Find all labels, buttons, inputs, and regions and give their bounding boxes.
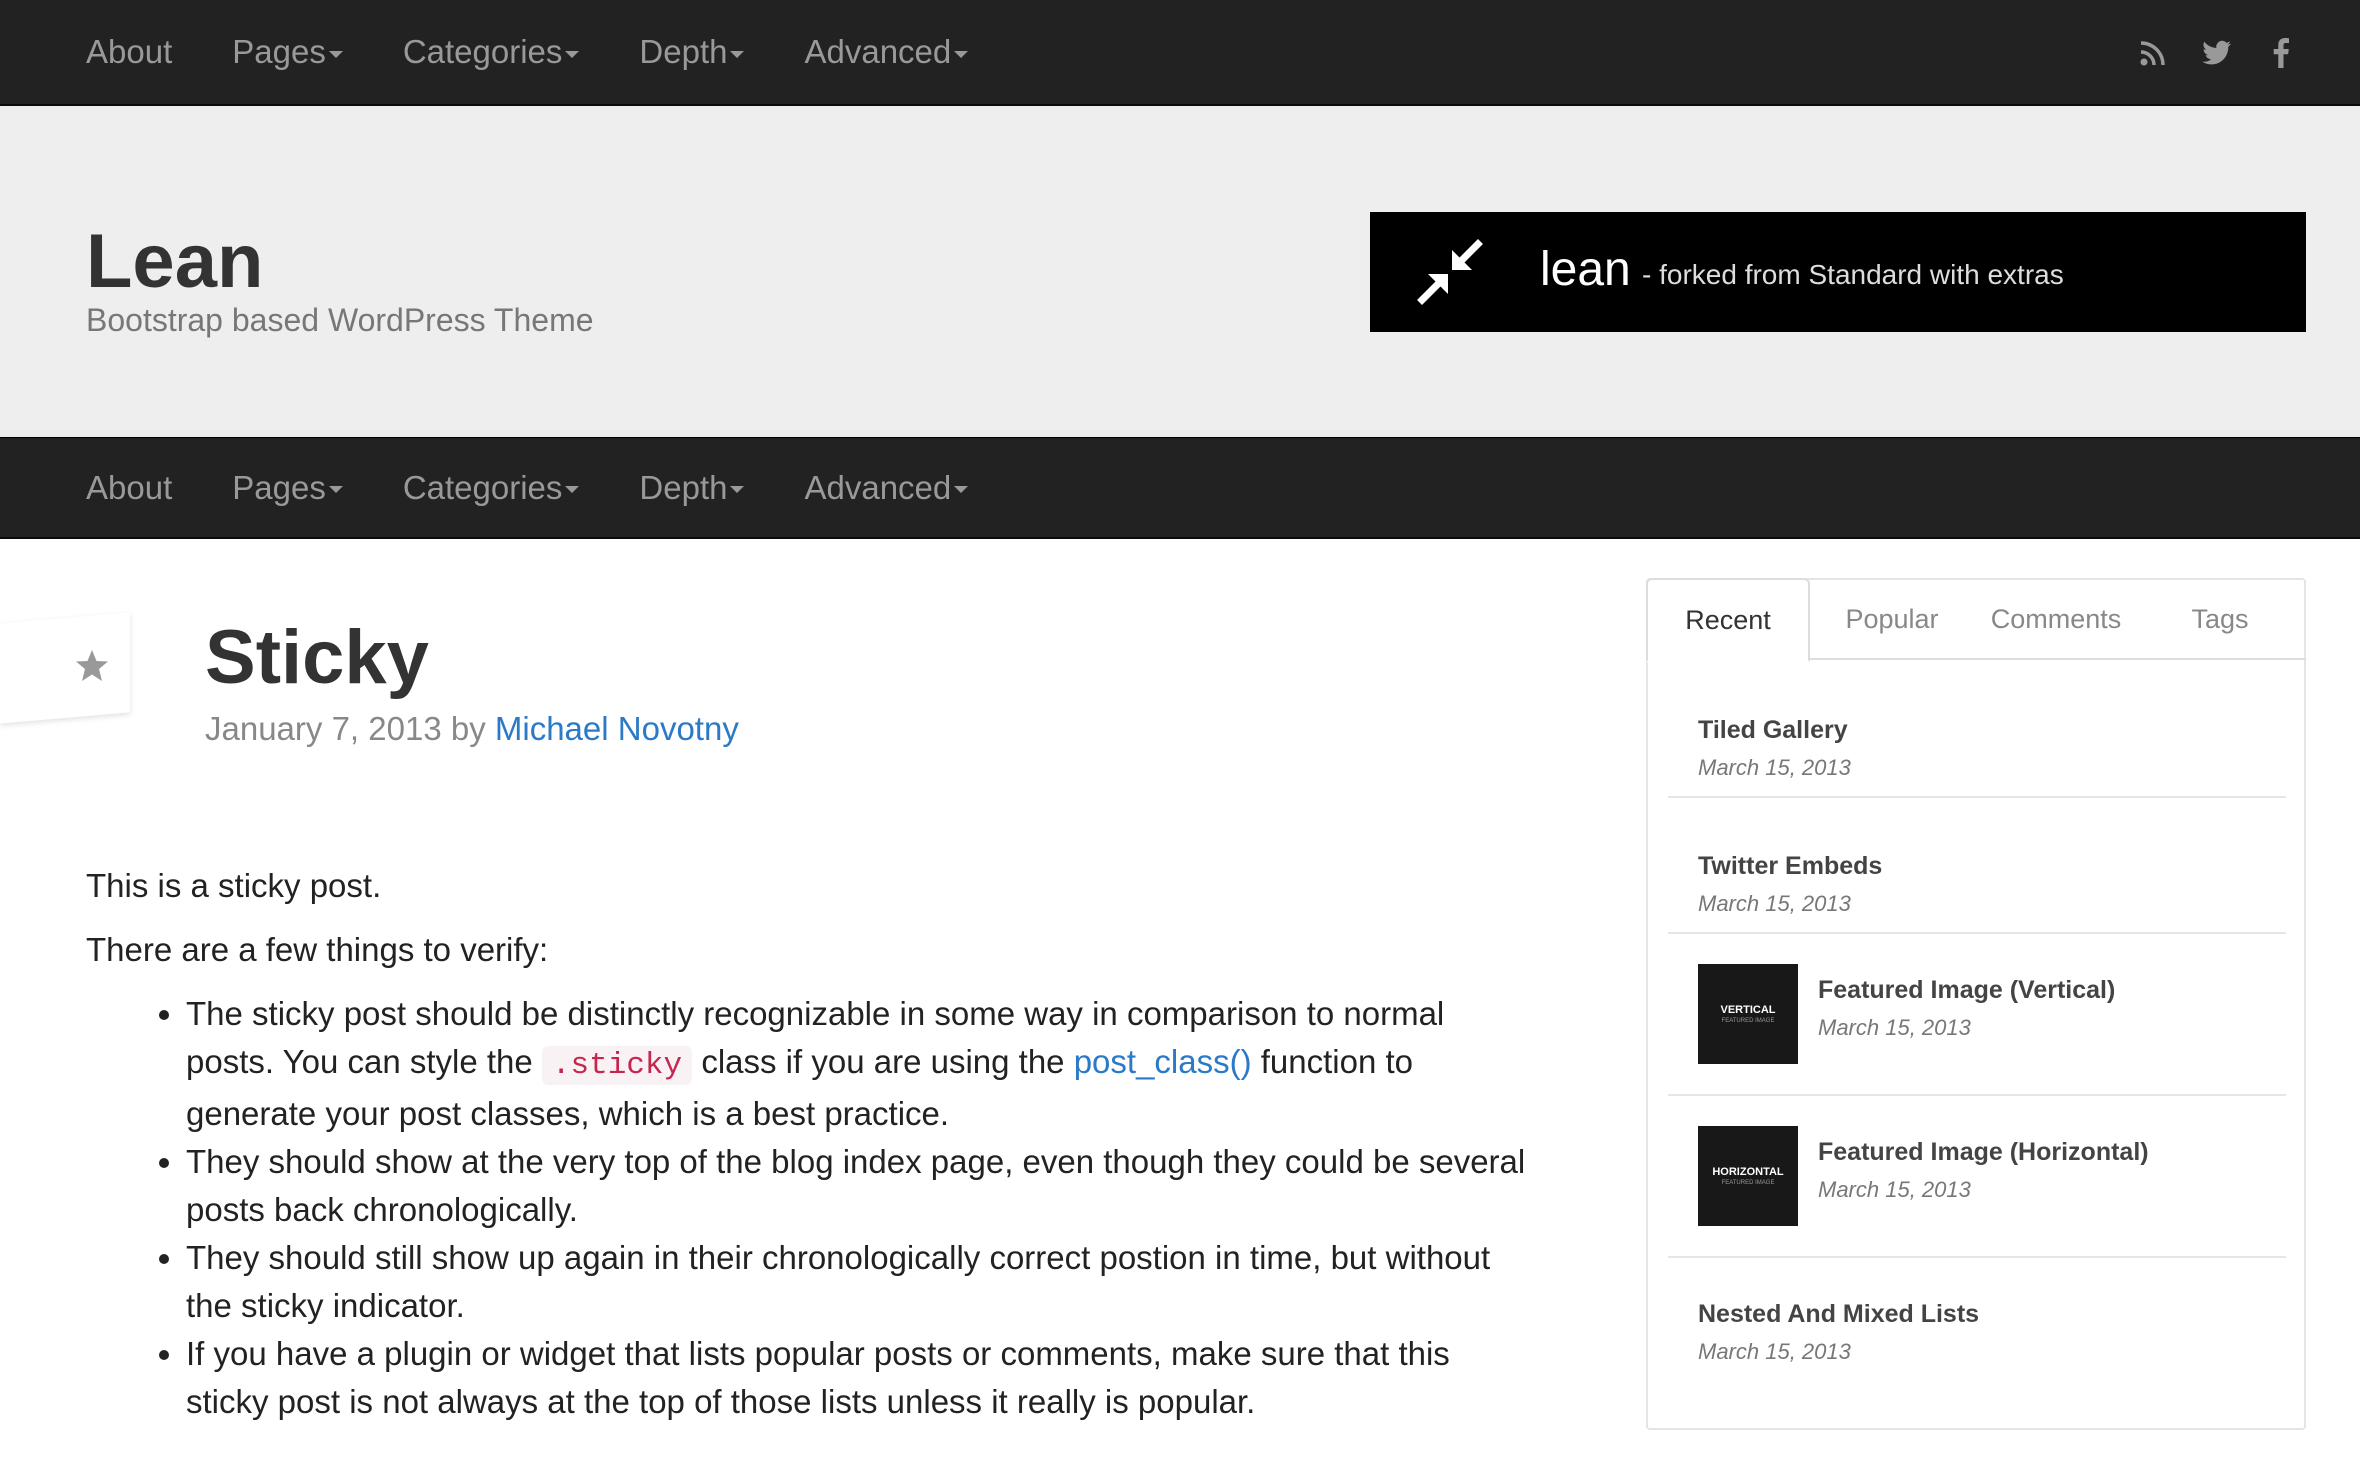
sidebar-tabs: Recent Popular Comments Tags — [1646, 578, 2306, 662]
top-navbar: About Pages Categories Depth Advanced — [0, 0, 2360, 106]
twitter-icon[interactable] — [2200, 36, 2234, 70]
caret-down-icon — [730, 50, 745, 58]
site-title[interactable]: Lean — [86, 218, 263, 305]
thumbnail-label: VERTICAL — [1720, 1004, 1776, 1016]
post-lead: There are a few things to verify: — [86, 931, 549, 968]
tab-recent[interactable]: Recent — [1646, 578, 1810, 662]
header-banner[interactable]: lean - forked from Standard with extras — [1370, 212, 2306, 332]
caret-down-icon — [954, 50, 969, 58]
post-class-link[interactable]: post_class() — [1074, 1043, 1252, 1080]
verify-list: The sticky post should be distinctly rec… — [186, 990, 1536, 1426]
list-item-text: class if you are using the — [701, 1043, 1065, 1080]
recent-item-date: March 15, 2013 — [1698, 891, 1851, 916]
featured-image-thumbnail[interactable]: VERTICAL FEATURED IMAGE — [1698, 964, 1798, 1064]
main-nav-about[interactable]: About — [86, 469, 172, 507]
caret-down-icon — [730, 486, 745, 493]
caret-down-icon — [565, 486, 580, 493]
top-nav-list: About Pages Categories Depth Advanced — [86, 0, 1028, 104]
main-nav-pages-label: Pages — [232, 468, 326, 506]
main-nav-depth[interactable]: Depth — [639, 468, 745, 507]
top-nav-pages-label: Pages — [232, 33, 326, 70]
site-header: Lean Bootstrap based WordPress Theme lea… — [0, 106, 2360, 437]
sticky-code: .sticky — [541, 1046, 693, 1085]
top-nav-about-label: About — [86, 33, 173, 70]
main-nav-categories[interactable]: Categories — [403, 469, 580, 507]
main-nav-advanced-label: Advanced — [804, 468, 952, 506]
thumbnail-sublabel: FEATURED IMAGE — [1721, 1180, 1775, 1186]
list-item: They should still show up again in their… — [186, 1234, 1536, 1330]
recent-item-date: March 15, 2013 — [1818, 1177, 1971, 1202]
tab-popular[interactable]: Popular — [1810, 578, 1974, 660]
tab-comments[interactable]: Comments — [1974, 578, 2138, 660]
recent-item-date: March 15, 2013 — [1698, 1339, 1851, 1364]
post-intro: This is a sticky post. — [86, 867, 382, 904]
thumbnail-sublabel: FEATURED IMAGE — [1721, 1018, 1775, 1024]
thumbnail-label: HORIZONTAL — [1712, 1166, 1784, 1178]
list-item: They should show at the very top of the … — [186, 1138, 1536, 1234]
list-item: The sticky post should be distinctly rec… — [186, 990, 1536, 1138]
recent-item-title[interactable]: Twitter Embeds — [1698, 852, 1882, 881]
top-nav-about[interactable]: About — [86, 33, 172, 71]
banner-tagline: - forked from Standard with extras — [1642, 259, 2064, 290]
main-nav-about-label: About — [86, 468, 173, 506]
recent-item-title[interactable]: Tiled Gallery — [1698, 716, 1851, 745]
recent-posts-list: Tiled Gallery March 15, 2013 Twitter Emb… — [1668, 662, 2286, 1394]
recent-item[interactable]: VERTICAL FEATURED IMAGE Featured Image (… — [1668, 934, 2286, 1096]
caret-down-icon — [954, 486, 969, 493]
caret-down-icon — [565, 50, 580, 58]
post-author-link[interactable]: Michael Novotny — [495, 710, 739, 747]
rss-icon[interactable] — [2136, 36, 2170, 70]
top-nav-depth-label: Depth — [639, 33, 728, 70]
recent-item-title[interactable]: Featured Image (Vertical) — [1818, 976, 2115, 1005]
facebook-icon[interactable] — [2264, 36, 2298, 70]
top-nav-advanced-label: Advanced — [804, 33, 952, 70]
top-nav-categories-label: Categories — [402, 33, 563, 70]
main-nav-categories-label: Categories — [402, 468, 563, 506]
main-nav-list: About Pages Categories Depth Advanced — [86, 438, 1028, 537]
main-nav-advanced[interactable]: Advanced — [804, 468, 969, 507]
recent-item[interactable]: Twitter Embeds March 15, 2013 — [1668, 798, 2286, 934]
top-nav-depth[interactable]: Depth — [639, 33, 745, 71]
post-content: This is a sticky post. There are a few t… — [86, 862, 1536, 1426]
post-meta: January 7, 2013 by Michael Novotny — [205, 710, 739, 748]
post-date: January 7, 2013 — [205, 710, 442, 747]
post-title[interactable]: Sticky — [205, 614, 429, 701]
top-nav-advanced[interactable]: Advanced — [804, 33, 969, 71]
main-nav-pages[interactable]: Pages — [232, 469, 343, 507]
recent-item[interactable]: Nested And Mixed Lists March 15, 2013 — [1668, 1258, 2286, 1394]
caret-down-icon — [328, 486, 343, 493]
tab-tags[interactable]: Tags — [2138, 578, 2302, 660]
banner-name: lean — [1540, 243, 1631, 296]
sticky-ribbon — [0, 612, 130, 724]
list-item: If you have a plugin or widget that list… — [186, 1330, 1536, 1426]
site-description: Bootstrap based WordPress Theme — [86, 302, 594, 338]
collapse-arrows-icon — [1417, 239, 1483, 305]
recent-item[interactable]: HORIZONTAL FEATURED IMAGE Featured Image… — [1668, 1096, 2286, 1258]
featured-image-thumbnail[interactable]: HORIZONTAL FEATURED IMAGE — [1698, 1126, 1798, 1226]
star-icon — [76, 650, 108, 681]
main-nav-depth-label: Depth — [639, 468, 728, 506]
recent-item[interactable]: Tiled Gallery March 15, 2013 — [1668, 662, 2286, 798]
top-nav-categories[interactable]: Categories — [403, 33, 580, 71]
main-navbar: About Pages Categories Depth Advanced — [0, 437, 2360, 539]
recent-item-date: March 15, 2013 — [1698, 755, 1851, 780]
recent-item-title[interactable]: Nested And Mixed Lists — [1698, 1300, 1979, 1329]
sidebar-widget: Recent Popular Comments Tags Tiled Galle… — [1646, 578, 2306, 1430]
recent-item-date: March 15, 2013 — [1818, 1015, 1971, 1040]
caret-down-icon — [328, 50, 343, 58]
top-nav-pages[interactable]: Pages — [232, 33, 343, 71]
recent-item-title[interactable]: Featured Image (Horizontal) — [1818, 1138, 2149, 1167]
social-links — [2106, 0, 2298, 106]
post-by: by — [450, 710, 486, 747]
